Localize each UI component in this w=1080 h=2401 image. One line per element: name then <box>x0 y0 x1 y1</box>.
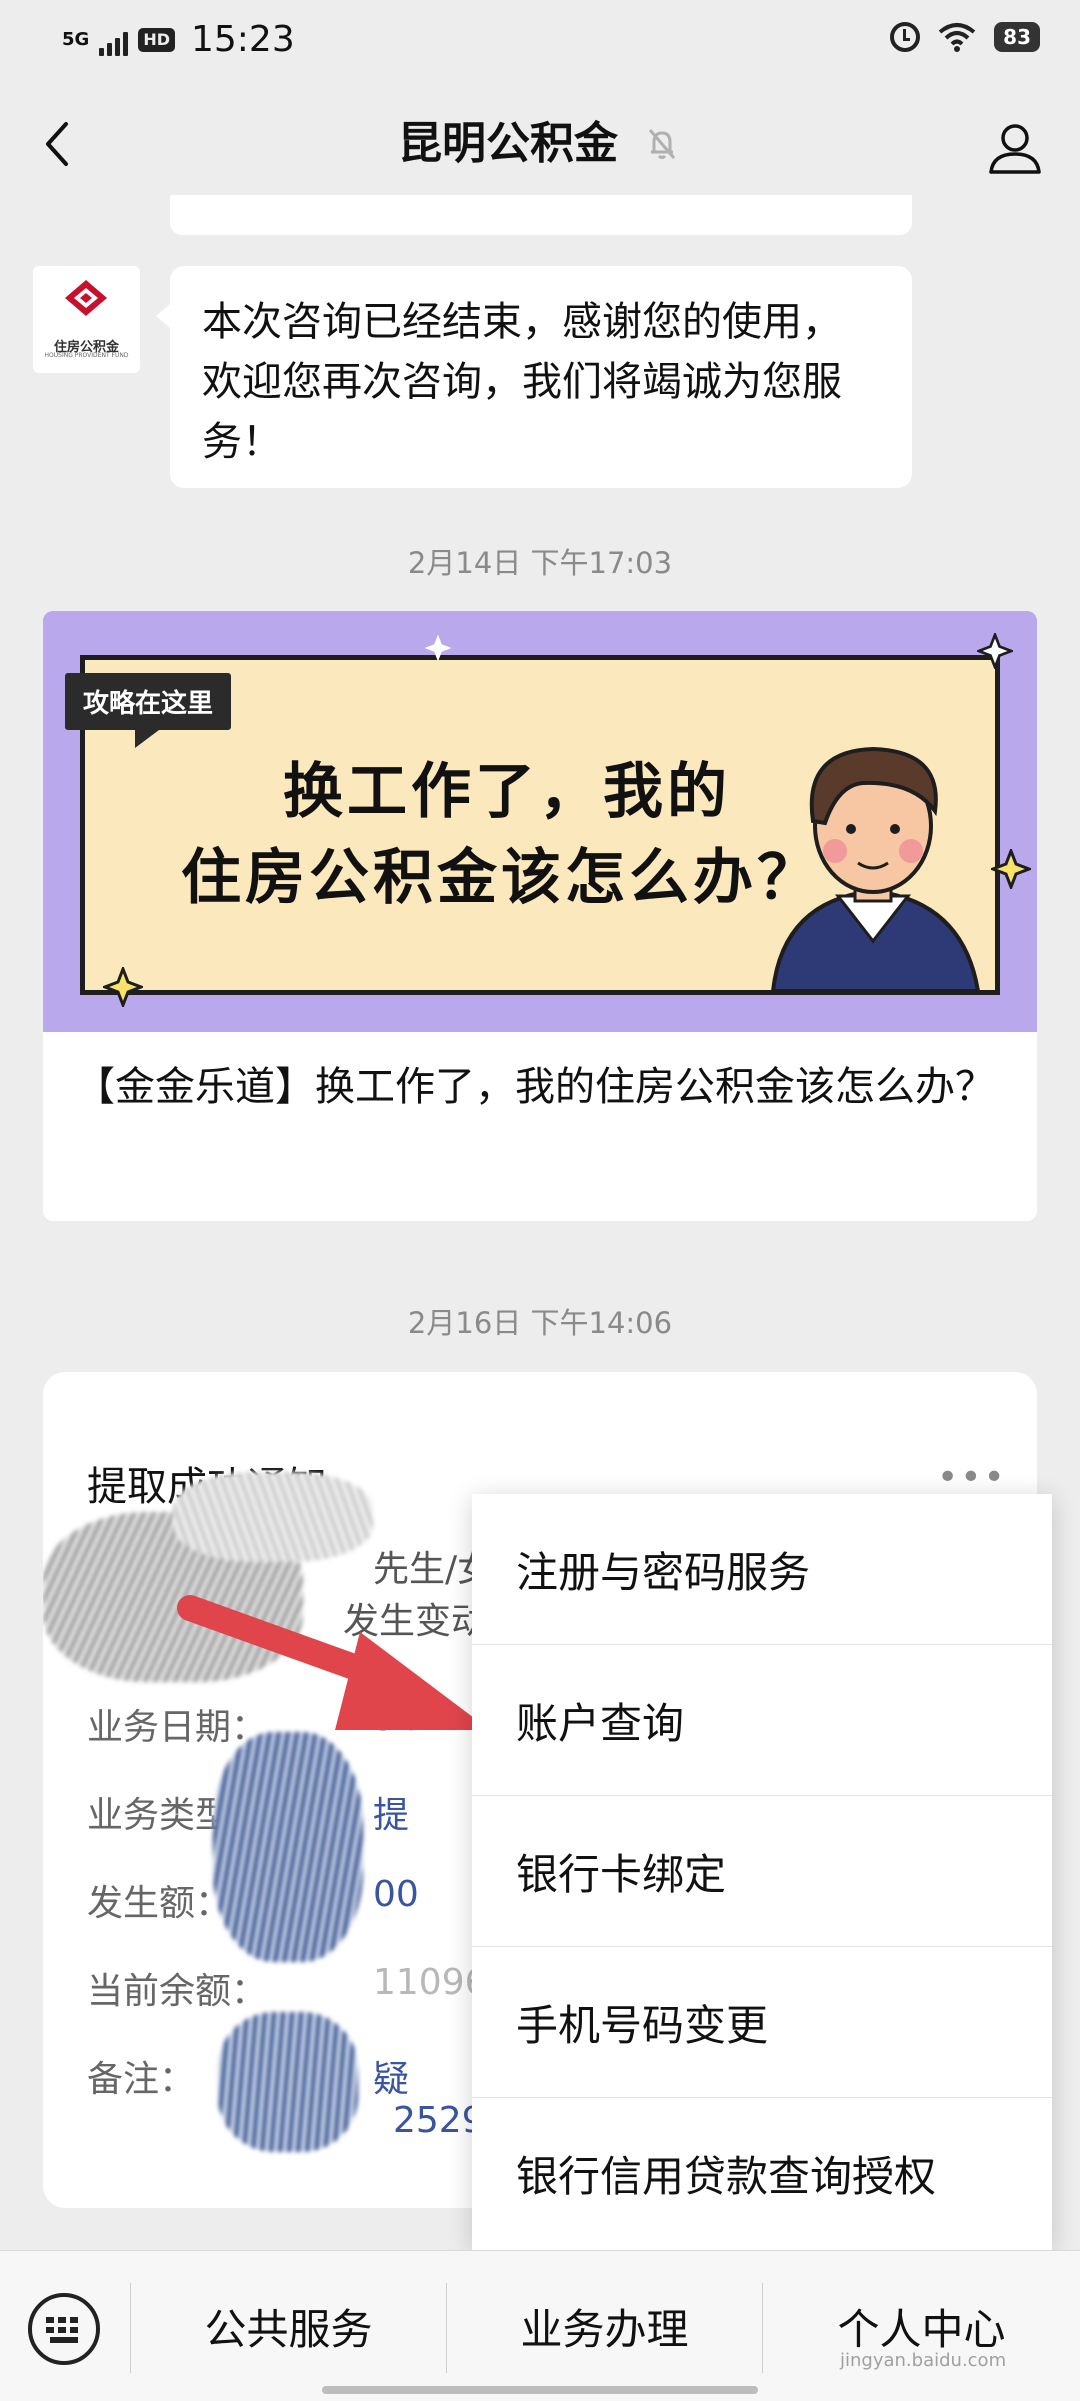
field-label: 发生额： <box>87 1883 232 1924</box>
timestamp: 2月16日 下午14:06 <box>407 1306 673 1340</box>
mute-bell-icon <box>648 129 676 159</box>
battery-indicator: 83 <box>994 22 1040 52</box>
tab-public-services[interactable]: 公共服务 <box>131 2281 446 2371</box>
field-label: 备注： <box>87 2059 196 2100</box>
timestamp: 2月14日 下午17:03 <box>407 546 673 580</box>
sparkle-icon <box>991 849 1031 889</box>
housing-fund-logo-icon <box>65 280 107 316</box>
tab-business-handling[interactable]: 业务办理 <box>447 2281 762 2371</box>
cartoon-man-illustration <box>770 746 981 991</box>
red-arrow-annotation <box>177 1595 490 1730</box>
sparkle-icon <box>977 633 1013 669</box>
redaction-scribble <box>218 2012 358 2152</box>
banner-headline-1: 换工作了，我的 <box>283 757 731 827</box>
message-bubble[interactable]: 本次咨询已经结束，感谢您的使用，欢迎您再次咨询，我们将竭诚为您服务！ <box>156 266 912 488</box>
field-value: 00 <box>373 1874 419 1915</box>
field-value-extra: 2529 <box>393 2100 485 2141</box>
signal-icon <box>99 30 129 56</box>
status-right: 83 <box>890 22 1040 52</box>
keyboard-icon[interactable] <box>28 2293 100 2365</box>
banner-headline-2: 住房公积金该怎么办？ <box>181 843 821 913</box>
hd-badge: HD <box>138 28 175 52</box>
sparkle-icon <box>103 967 143 1007</box>
menu-item-account-query[interactable]: 账户查询 <box>472 1645 1052 1796</box>
sparkle-icon <box>424 634 452 662</box>
account-avatar[interactable]: 住房公积金 HOUSING PROVIDENT FUND <box>33 266 140 373</box>
menu-item-register-password[interactable]: 注册与密码服务 <box>472 1494 1052 1645</box>
status-bar: 5G HD 15:23 83 <box>0 0 1080 84</box>
status-time: 15:23 <box>190 19 295 60</box>
previous-message-bubble <box>170 195 912 235</box>
article-title[interactable]: 【金金乐道】换工作了，我的住房公积金该怎么办？ <box>75 1057 1015 1117</box>
article-card[interactable]: 攻略在这里 换工作了，我的 住房公积金该怎么办？ 【金金乐道】换工作了，我的住房… <box>43 611 1037 1221</box>
status-left: 5G HD 15:23 <box>62 18 295 62</box>
popup-menu: 注册与密码服务 账户查询 银行卡绑定 手机号码变更 银行信用贷款查询授权 <box>472 1494 1052 2250</box>
chat-header: 昆明公积金 <box>0 84 1080 212</box>
more-options-icon[interactable]: ••• <box>937 1460 1007 1496</box>
bottom-menu-bar: 公共服务 业务办理 个人中心 <box>0 2250 1080 2401</box>
page-title-row: 昆明公积金 <box>0 114 1080 174</box>
redaction-scribble <box>213 1732 363 1962</box>
redaction-scribble <box>173 1472 373 1562</box>
field-label: 当前余额： <box>87 1971 268 2012</box>
menu-item-credit-loan-auth[interactable]: 银行信用贷款查询授权 <box>472 2098 1052 2249</box>
wifi-icon <box>938 23 976 52</box>
field-value: 提 <box>373 1795 410 1836</box>
page-title: 昆明公积金 <box>398 118 618 169</box>
article-banner: 攻略在这里 换工作了，我的 住房公积金该怎么办？ <box>43 611 1037 1032</box>
home-indicator[interactable] <box>322 2386 758 2394</box>
banner-tag: 攻略在这里 <box>65 673 232 748</box>
field-value: 疑 <box>373 2059 410 2100</box>
alarm-icon <box>890 22 921 52</box>
menu-item-bank-card-binding[interactable]: 银行卡绑定 <box>472 1796 1052 1947</box>
menu-item-phone-change[interactable]: 手机号码变更 <box>472 1947 1052 2098</box>
watermark: jingyan.baidu.com <box>840 2350 1007 2371</box>
profile-icon[interactable] <box>986 118 1044 176</box>
network-label: 5G <box>62 29 90 50</box>
avatar-logo-subtext: HOUSING PROVIDENT FUND <box>44 352 129 359</box>
